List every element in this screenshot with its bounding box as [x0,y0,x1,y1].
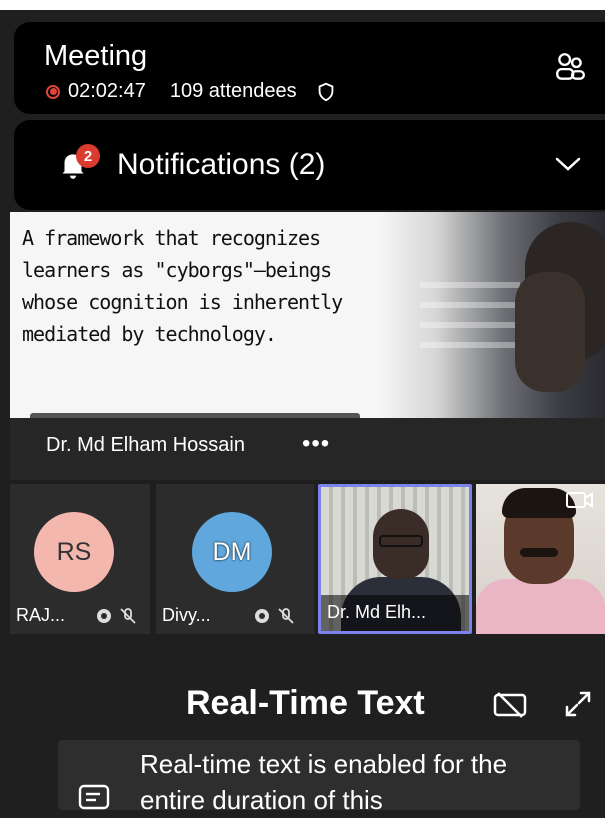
mic-off-icon [278,608,294,624]
participant-name: Dr. Md Elh... [327,602,427,622]
shared-slide: A framework that recognizes learners as … [10,212,605,418]
chevron-down-icon[interactable] [553,152,583,176]
shield-icon [318,82,333,101]
presenter-bar: Dr. Md Elham Hossain ••• [10,418,605,480]
mic-off-icon [120,608,136,624]
expand-icon[interactable] [562,688,594,720]
chat-bubble-icon [78,784,110,810]
people-icon[interactable] [553,50,587,84]
camera-switch-icon[interactable] [565,488,595,512]
participant-tile[interactable]: RS RAJ... [10,484,150,634]
slide-text-line: learners as "cyborgs"—beings [22,258,332,282]
participant-name: Divy... [162,605,211,625]
participant-video-tile-active[interactable]: Dr. Md Elh... [318,484,472,634]
meeting-duration: 02:02:47 [68,80,146,102]
more-options-button[interactable]: ••• [302,430,330,458]
slide-text-line: A framework that recognizes [22,226,321,250]
self-video-tile[interactable] [476,484,605,634]
recording-icon [46,84,60,99]
presenter-name: Dr. Md Elham Hossain [46,434,245,456]
meeting-title: Meeting [44,40,148,72]
avatar: RS [34,512,114,592]
notifications-label: Notifications (2) [117,148,326,181]
notifications-bar[interactable]: 2 Notifications (2) [14,120,605,210]
avatar: DM [192,512,272,592]
realtime-text-message: Real-time text is enabled for the entire… [140,749,508,815]
slide-text: A framework that recognizes learners as … [22,222,362,350]
raised-hand-icon [255,609,269,623]
attendee-count: 109 attendees [169,80,297,102]
realtime-text-title: Real-Time Text [186,684,425,722]
slide-text-line: mediated by technology. [22,322,277,346]
slide-text-line: whose cognition is inherently [22,290,343,314]
raised-hand-icon [97,609,111,623]
participant-strip: RS RAJ... DM Divy... Dr. Md Elh... [10,484,605,634]
notification-badge: 2 [76,144,100,168]
meeting-meta: 02:02:47 109 attendees [46,80,337,103]
realtime-text-panel: Real-Time Text Real-time text is enabled… [10,638,605,815]
participant-name: RAJ... [16,605,66,625]
participant-tile[interactable]: DM Divy... [156,484,314,634]
slide-photo [380,212,605,418]
status-bar-strip [0,0,605,10]
captions-off-icon[interactable] [492,690,528,720]
meeting-header: Meeting 02:02:47 109 attendees [14,22,605,114]
